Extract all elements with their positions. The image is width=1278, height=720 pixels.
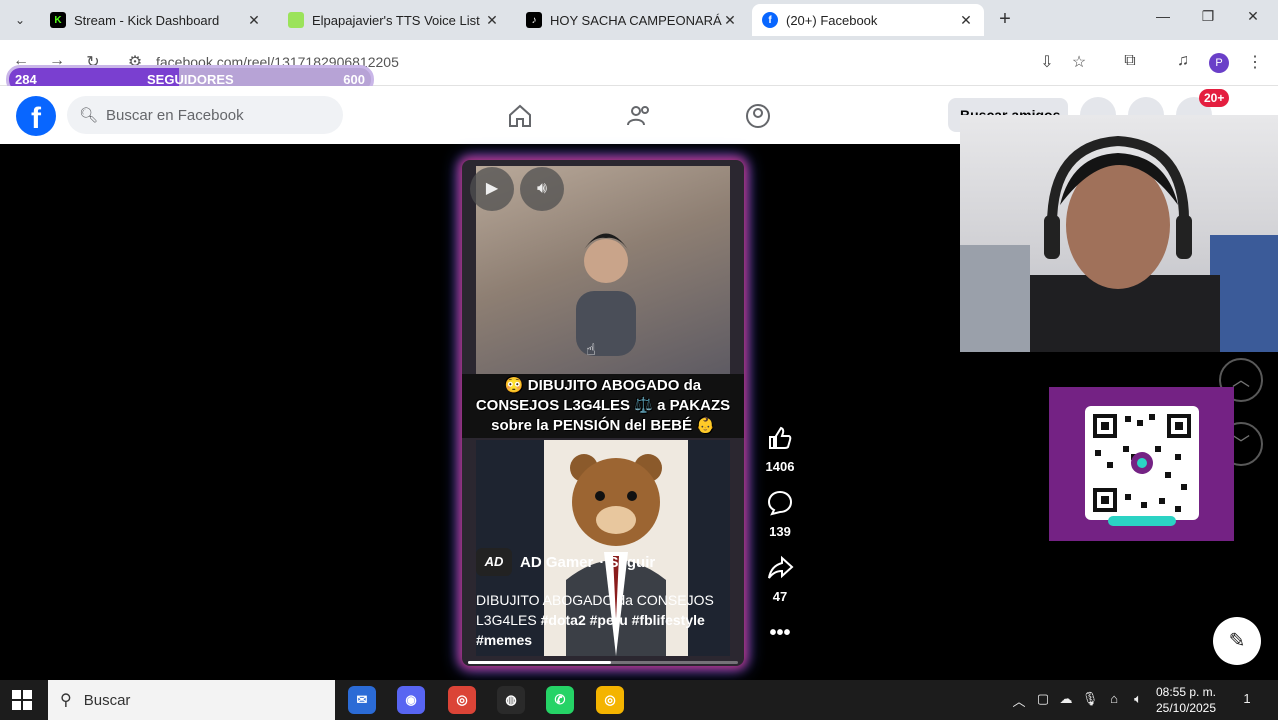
facebook-icon: f	[762, 12, 778, 28]
tts-icon	[288, 12, 304, 28]
browser-tab-bar: ⌄ K Stream - Kick Dashboard ✕ Elpapajavi…	[0, 0, 1278, 40]
tab-kick-dashboard[interactable]: K Stream - Kick Dashboard ✕	[40, 4, 272, 36]
search-icon: 🔍︎	[79, 107, 99, 124]
network-icon[interactable]: ⌂	[1105, 691, 1123, 706]
whatsapp-icon[interactable]: ✆	[546, 686, 574, 714]
media-control-icon[interactable]: ♫	[1172, 52, 1194, 70]
follow-button[interactable]: · Seguir	[599, 554, 655, 571]
author-name[interactable]: AD Gamer	[520, 554, 593, 571]
screen: ⌄ K Stream - Kick Dashboard ✕ Elpapajavi…	[0, 0, 1278, 720]
caption-line: sobre la PENSIÓN del BEBÉ 👶	[491, 417, 715, 434]
tab-facebook[interactable]: f (20+) Facebook ✕	[752, 4, 984, 36]
close-tab-icon[interactable]: ✕	[958, 12, 974, 29]
windows-taskbar: ⚲ Buscar ✉ ◉ ◎ ◍ ✆ ◎ ︿ ▢ ☁ 🎙︎ ⌂ 🔈︎ 08:55…	[0, 680, 1278, 720]
chrome-icon[interactable]: ◎	[596, 686, 624, 714]
speaker-icon[interactable]: 🔈︎	[1129, 691, 1147, 707]
comment-button[interactable]: 139	[760, 489, 800, 539]
reel-author[interactable]: AD AD Gamer · Seguir	[476, 548, 655, 576]
video-frame-top	[476, 166, 730, 374]
discord-icon[interactable]: ◉	[397, 686, 425, 714]
like-icon	[769, 426, 792, 449]
outlook-icon[interactable]: ✉	[348, 686, 376, 714]
facebook-search-input[interactable]: 🔍︎ Buscar en Facebook	[67, 96, 343, 134]
search-icon: ⚲	[60, 692, 72, 709]
tab-tts-voice-list[interactable]: Elpapajavier's TTS Voice List ✕	[278, 4, 510, 36]
chrome-menu-icon[interactable]: ⋮	[1244, 52, 1266, 72]
share-button[interactable]: 47	[760, 554, 800, 604]
clock-date: 25/10/2025	[1155, 701, 1217, 715]
tab-title: (20+) Facebook	[786, 12, 878, 28]
video-progress-bar[interactable]	[468, 661, 738, 664]
play-icon[interactable]: ▶	[470, 167, 514, 211]
tab-title: Stream - Kick Dashboard	[74, 12, 220, 28]
home-icon[interactable]	[506, 102, 534, 130]
bookmark-star-icon[interactable]: ☆	[1068, 52, 1090, 72]
notification-count: 1	[1243, 691, 1251, 706]
tab-tiktok[interactable]: ♪ HOY SACHA CAMPEONARÁ EN ✕	[516, 4, 748, 36]
windows-start-icon[interactable]	[12, 690, 32, 710]
extensions-icon[interactable]: ⧉	[1119, 52, 1141, 70]
new-tab-icon[interactable]: +	[993, 8, 1017, 31]
install-app-icon[interactable]: ⇩	[1036, 52, 1058, 72]
reel-video[interactable]: ▶ 🔊︎ 😳 DIBUJITO ABOGADO da CONSEJOS L3G4…	[462, 160, 744, 666]
obs-icon[interactable]: ◍	[497, 686, 525, 714]
video-caption-overlay: 😳 DIBUJITO ABOGADO da CONSEJOS L3G4LES ⚖…	[462, 374, 744, 438]
friends-icon[interactable]	[625, 102, 653, 130]
volume-icon[interactable]: 🔊︎	[520, 167, 564, 211]
close-tab-icon[interactable]: ✕	[484, 12, 500, 29]
yape-badge	[1108, 516, 1176, 526]
notifications-badge: 20+	[1199, 89, 1230, 107]
like-count: 1406	[765, 459, 795, 474]
share-icon	[768, 555, 794, 579]
tab-title: HOY SACHA CAMPEONARÁ EN	[550, 12, 722, 28]
follower-count: 284	[15, 72, 37, 87]
comment-icon	[767, 490, 793, 516]
notification-center-icon[interactable]: 1	[1236, 691, 1258, 706]
tray-app-icon[interactable]: ▢	[1034, 691, 1052, 707]
close-tab-icon[interactable]: ✕	[722, 12, 738, 29]
share-count: 47	[772, 589, 788, 604]
taskbar-clock[interactable]: 08:55 p. m. 25/10/2025	[1150, 684, 1222, 716]
groups-icon[interactable]	[744, 102, 772, 130]
clock-time: 08:55 p. m.	[1155, 685, 1217, 699]
qr-code	[1085, 406, 1199, 520]
qr-code-image	[1093, 414, 1191, 512]
new-post-edit-icon[interactable]: ✎	[1213, 617, 1261, 665]
search-placeholder: Buscar en Facebook	[106, 106, 244, 124]
like-button[interactable]: 1406	[760, 424, 800, 474]
reel-description: DIBUJITO ABOGADO da CONSEJOS L3G4LES #do…	[476, 590, 726, 650]
taskbar-search-label: Buscar	[83, 691, 131, 709]
follower-goal: 600	[343, 72, 365, 87]
tiktok-icon: ♪	[526, 12, 542, 28]
close-window-icon[interactable]: ✕	[1238, 8, 1268, 25]
webcam-overlay	[960, 115, 1278, 352]
restore-icon[interactable]: ❐	[1193, 8, 1223, 25]
onedrive-icon[interactable]: ☁	[1057, 691, 1075, 707]
caption-line: 😳 DIBUJITO ABOGADO da	[504, 377, 702, 394]
tray-expand-icon[interactable]: ︿	[1010, 691, 1028, 710]
caption-line: CONSEJOS L3G4LES ⚖️ a PAKAZS	[475, 397, 731, 414]
mouse-cursor-icon: ☝︎	[586, 342, 596, 359]
close-tab-icon[interactable]: ✕	[246, 12, 262, 29]
profile-avatar[interactable]: P	[1209, 53, 1229, 73]
more-options-icon[interactable]: •••	[760, 622, 800, 645]
tab-search-icon[interactable]: ⌄	[8, 8, 32, 32]
video-progress-fill	[468, 661, 612, 664]
person-thumbnail	[576, 233, 636, 356]
author-avatar: AD	[476, 548, 512, 576]
minimize-icon[interactable]: —	[1148, 8, 1178, 24]
tab-title: Elpapajavier's TTS Voice List	[312, 12, 480, 28]
kick-icon: K	[50, 12, 66, 28]
follower-label: SEGUIDORES	[147, 72, 234, 87]
yape-qr-panel	[1049, 387, 1234, 541]
taskbar-search-input[interactable]: ⚲ Buscar	[48, 680, 335, 720]
chrome-active-icon[interactable]: ◎	[448, 686, 476, 714]
streamer-webcam	[960, 135, 1278, 352]
facebook-logo[interactable]: f	[16, 96, 56, 136]
microphone-icon[interactable]: 🎙︎	[1081, 691, 1099, 707]
comment-count: 139	[769, 524, 791, 539]
